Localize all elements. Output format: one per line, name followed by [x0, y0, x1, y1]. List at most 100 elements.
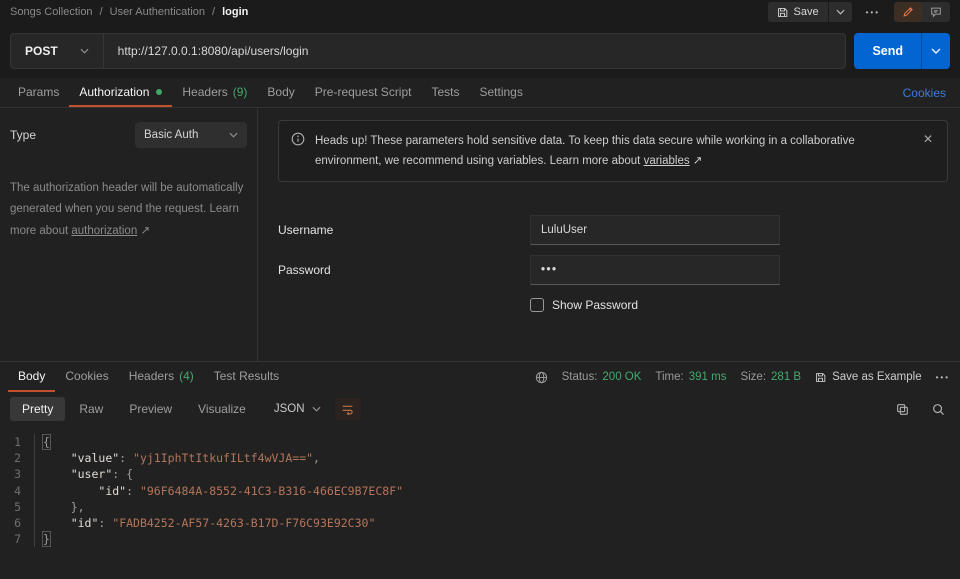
status-label: Status:	[562, 371, 598, 383]
more-options-button[interactable]: •••	[864, 6, 882, 19]
response-tab-test-results[interactable]: Test Results	[204, 362, 289, 392]
tab-label: Body	[267, 85, 294, 99]
response-tabs: Body Cookies Headers (4) Test Results St…	[0, 362, 960, 392]
send-options-button[interactable]	[921, 33, 950, 69]
comment-icon	[930, 6, 942, 18]
response-body-code[interactable]: 1{2 "value": "yj1IphTtItkufILtf4wVJA==",…	[0, 426, 960, 579]
network-globe-icon[interactable]	[535, 371, 548, 384]
breadcrumb: Songs Collection / User Authentication /…	[10, 6, 248, 18]
request-header-bar: Songs Collection / User Authentication /…	[0, 0, 960, 24]
tab-label: Body	[18, 369, 45, 383]
line-number: 4	[0, 483, 34, 499]
breadcrumb-folder[interactable]: User Authentication	[110, 6, 205, 18]
code-line: 4 "id": "96F6484A-8552-41C3-B316-466EC9B…	[0, 483, 960, 499]
auth-type-row: Type Basic Auth	[10, 122, 247, 148]
line-number: 6	[0, 515, 34, 531]
line-content: {	[34, 434, 50, 450]
line-content: "user": {	[34, 466, 133, 482]
show-password-row: Show Password	[278, 298, 948, 312]
auth-type-panel: Type Basic Auth The authorization header…	[0, 108, 258, 361]
breadcrumb-request-name[interactable]: login	[222, 6, 248, 18]
send-button[interactable]: Send	[854, 33, 921, 69]
line-content: "id": "96F6484A-8552-41C3-B316-466EC9B7E…	[34, 483, 403, 499]
tab-params[interactable]: Params	[8, 78, 69, 107]
code-line: 1{	[0, 434, 960, 450]
response-status: Status: 200 OK	[562, 371, 642, 383]
breadcrumb-collection[interactable]: Songs Collection	[10, 6, 93, 18]
show-password-label: Show Password	[552, 298, 638, 312]
search-icon	[932, 403, 945, 416]
send-button-group: Send	[854, 33, 950, 69]
banner-close-button[interactable]: ✕	[921, 132, 935, 146]
format-selector[interactable]: JSON	[274, 403, 321, 415]
line-number: 1	[0, 434, 34, 450]
info-icon	[291, 132, 305, 146]
response-tab-body[interactable]: Body	[8, 362, 55, 392]
authorization-docs-link[interactable]: authorization	[71, 225, 137, 237]
show-password-checkbox[interactable]	[530, 298, 544, 312]
cookies-link[interactable]: Cookies	[897, 78, 952, 107]
tabs-spacer	[533, 78, 897, 107]
tab-label: Pre-request Script	[315, 85, 412, 99]
external-link-icon: ↗	[693, 155, 703, 167]
line-content: }	[34, 531, 50, 547]
copy-icon	[896, 403, 909, 416]
tab-tests[interactable]: Tests	[421, 78, 469, 107]
line-content: "id": "FADB4252-AF57-4263-B17D-F76C93E92…	[34, 515, 375, 531]
username-input[interactable]	[530, 215, 780, 245]
save-as-example-label: Save as Example	[832, 371, 922, 383]
method-selector[interactable]: POST	[11, 34, 104, 68]
search-response-button[interactable]	[926, 397, 950, 421]
line-number: 2	[0, 450, 34, 466]
view-tab-raw[interactable]: Raw	[67, 397, 115, 421]
tab-label: Tests	[431, 85, 459, 99]
tab-pre-request-script[interactable]: Pre-request Script	[305, 78, 422, 107]
tab-body[interactable]: Body	[257, 78, 304, 107]
banner-text: Heads up! These parameters hold sensitiv…	[315, 135, 855, 167]
save-button[interactable]: Save	[768, 2, 828, 22]
response-time: Time: 391 ms	[655, 371, 726, 383]
auth-type-label: Type	[10, 128, 36, 142]
tab-headers[interactable]: Headers (9)	[172, 78, 257, 107]
response-tab-cookies[interactable]: Cookies	[55, 362, 118, 392]
password-input[interactable]	[530, 255, 780, 285]
banner-message: Heads up! These parameters hold sensitiv…	[315, 131, 911, 171]
tab-settings[interactable]: Settings	[470, 78, 533, 107]
time-value: 391 ms	[689, 371, 727, 383]
auth-description: The authorization header will be automat…	[10, 178, 247, 242]
view-tab-preview[interactable]: Preview	[117, 397, 184, 421]
chevron-down-icon	[312, 406, 321, 412]
variables-docs-link[interactable]: variables	[644, 155, 690, 167]
tab-label: Cookies	[65, 369, 108, 383]
view-tab-visualize[interactable]: Visualize	[186, 397, 258, 421]
response-more-options-button[interactable]: •••	[936, 373, 950, 382]
url-input[interactable]	[104, 34, 846, 68]
format-value: JSON	[274, 403, 305, 415]
save-button-group: Save	[768, 2, 852, 22]
size-value: 281 B	[771, 371, 801, 383]
username-row: Username	[278, 210, 948, 250]
code-line: 6 "id": "FADB4252-AF57-4263-B17D-F76C93E…	[0, 515, 960, 531]
wrap-line-toggle[interactable]	[335, 398, 361, 420]
comments-button[interactable]	[922, 2, 950, 22]
save-as-example-button[interactable]: Save as Example	[815, 371, 922, 383]
chevron-down-icon	[80, 48, 89, 54]
view-tab-pretty[interactable]: Pretty	[10, 397, 65, 421]
chevron-down-icon	[836, 9, 845, 15]
response-tab-headers[interactable]: Headers (4)	[119, 362, 204, 392]
line-number: 5	[0, 499, 34, 515]
edit-request-button[interactable]	[894, 2, 922, 22]
method-label: POST	[25, 44, 58, 58]
auth-form-panel: Heads up! These parameters hold sensitiv…	[258, 108, 960, 361]
sensitive-data-banner: Heads up! These parameters hold sensitiv…	[278, 120, 948, 182]
copy-response-button[interactable]	[890, 397, 914, 421]
auth-type-selector[interactable]: Basic Auth	[135, 122, 247, 148]
tab-authorization[interactable]: Authorization	[69, 78, 172, 107]
response-size: Size: 281 B	[740, 371, 801, 383]
line-content: "value": "yj1IphTtItkufILtf4wVJA==",	[34, 450, 320, 466]
authorization-panel: Type Basic Auth The authorization header…	[0, 108, 960, 361]
tab-label: Authorization	[79, 85, 149, 99]
save-options-button[interactable]	[828, 2, 852, 22]
request-tabs: Params Authorization Headers (9) Body Pr…	[0, 78, 960, 108]
size-label: Size:	[740, 371, 766, 383]
